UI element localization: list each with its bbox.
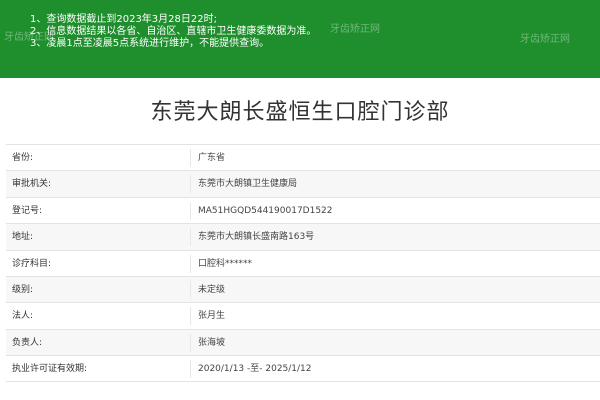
- watermark-logo: 牙齿矫正网: [4, 32, 54, 43]
- info-label: 级别:: [12, 284, 34, 295]
- info-row-address: 地址: 东莞市大朗镇长盛南路163号: [6, 223, 600, 250]
- info-value: 东莞市大朗镇卫生健康局: [198, 179, 298, 190]
- info-label: 执业许可证有效期:: [12, 364, 88, 375]
- info-row-province: 省份: 广东省: [6, 144, 600, 171]
- clinic-header: 东莞大朗长盛恒生口腔门诊部: [0, 78, 600, 138]
- notice-line-3: 3、凌晨1点至凌晨5点系统进行维护，不能提供查询。: [30, 38, 270, 49]
- notice-banner: 1、查询数据截止到2023年3月28日22时; 2、信息数据结果以各省、自治区、…: [0, 0, 600, 78]
- notice-line-1: 1、查询数据截止到2023年3月28日22时;: [30, 14, 217, 25]
- notice-line-2: 2、信息数据结果以各省、自治区、直辖市卫生健康委数据为准。: [30, 26, 317, 37]
- info-row-person-in-charge: 负责人: 张海坡: [6, 328, 600, 356]
- column-divider: [190, 201, 191, 220]
- info-row-approval-authority: 审批机关: 东莞市大朗镇卫生健康局: [6, 170, 600, 197]
- column-divider: [190, 307, 191, 326]
- info-value: MA51HGQD544190017D1522: [198, 205, 333, 216]
- info-row-level: 级别: 未定级: [6, 275, 600, 303]
- info-row-legal-person: 法人: 张月生: [6, 302, 600, 329]
- info-label: 负责人:: [12, 337, 43, 348]
- info-value: 口腔科******: [198, 258, 253, 269]
- clinic-title: 东莞大朗长盛恒生口腔门诊部: [150, 100, 450, 125]
- column-divider: [190, 175, 191, 194]
- info-row-registration-number: 登记号: MA51HGQD544190017D1522: [6, 196, 600, 224]
- info-label: 省份:: [12, 153, 34, 163]
- info-label: 地址:: [12, 232, 34, 243]
- info-label: 审批机关:: [12, 179, 52, 190]
- info-row-departments: 诊疗科目: 口腔科******: [6, 249, 600, 276]
- info-label: 法人:: [12, 311, 34, 322]
- column-divider: [190, 254, 191, 273]
- clinic-info-table: 省份: 广东省 审批机关: 东莞市大朗镇卫生健康局 登记号: MA51HGQD5…: [6, 144, 600, 382]
- watermark-logo: 牙齿矫正网: [520, 34, 570, 45]
- info-label: 诊疗科目:: [12, 258, 52, 269]
- info-value: 东莞市大朗镇长盛南路163号: [198, 232, 315, 243]
- info-value: 广东省: [198, 153, 226, 163]
- info-label: 登记号:: [12, 205, 43, 216]
- column-divider: [190, 360, 191, 379]
- info-row-license-validity: 执业许可证有效期: 2020/1/13 -至- 2025/1/12: [6, 355, 600, 382]
- info-value: 2020/1/13 -至- 2025/1/12: [198, 364, 312, 375]
- column-divider: [190, 333, 191, 352]
- column-divider: [190, 280, 191, 299]
- column-divider: [190, 149, 191, 167]
- watermark-logo: 牙齿矫正网: [330, 24, 380, 35]
- info-value: 张月生: [198, 311, 226, 322]
- info-value: 未定级: [198, 284, 226, 295]
- info-value: 张海坡: [198, 337, 226, 348]
- column-divider: [190, 228, 191, 247]
